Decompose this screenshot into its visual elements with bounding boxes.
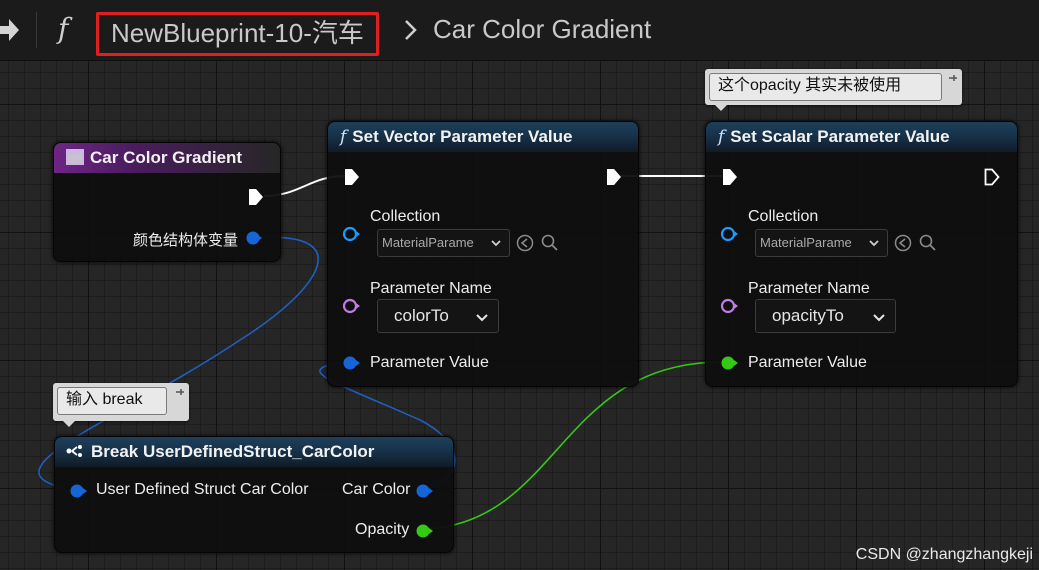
exec-in-pin[interactable] bbox=[344, 168, 360, 186]
comment-pointer bbox=[63, 421, 75, 427]
break-struct-icon bbox=[66, 445, 82, 457]
collection-label: Collection bbox=[748, 208, 819, 225]
parameter-value-input-pin[interactable] bbox=[720, 355, 738, 371]
comment-text: 这个opacity 其实未被使用 bbox=[709, 73, 942, 101]
watermark-text: CSDN @zhangzhangkeji bbox=[855, 546, 1033, 563]
struct-input-pin[interactable] bbox=[69, 483, 87, 499]
search-icon[interactable] bbox=[541, 234, 559, 252]
collection-select[interactable]: MaterialParame bbox=[377, 229, 510, 257]
search-icon[interactable] bbox=[919, 234, 937, 252]
collection-input-pin[interactable] bbox=[342, 226, 360, 242]
collection-value: MaterialParame bbox=[382, 235, 474, 250]
function-entry-node[interactable]: Car Color Gradient 颜色结构体变量 bbox=[53, 142, 281, 262]
opacity-output-pin[interactable] bbox=[415, 523, 433, 539]
parameter-name-label: Parameter Name bbox=[748, 280, 870, 297]
exec-out-pin-unconnected[interactable] bbox=[984, 168, 1000, 186]
collection-label: Collection bbox=[370, 208, 441, 225]
exec-in-pin[interactable] bbox=[722, 168, 738, 186]
chevron-down-icon bbox=[873, 314, 885, 322]
set-vector-parameter-node[interactable]: f Set Vector Parameter Value Collection M… bbox=[327, 121, 639, 387]
parameter-name-select[interactable]: opacityTo bbox=[755, 299, 896, 333]
parameter-name-select[interactable]: colorTo bbox=[377, 299, 499, 333]
struct-output-label: 颜色结构体变量 bbox=[132, 232, 238, 249]
parameter-name-value: opacityTo bbox=[772, 306, 844, 325]
browse-arrow-icon[interactable] bbox=[516, 234, 534, 252]
pin-icon[interactable] bbox=[948, 73, 958, 83]
chevron-down-icon bbox=[476, 314, 488, 322]
node-header: Break UserDefinedStruct_CarColor bbox=[55, 437, 453, 467]
collection-value: MaterialParame bbox=[760, 235, 852, 250]
opacity-output-label: Opacity bbox=[355, 521, 410, 538]
node-header: f Set Vector Parameter Value bbox=[328, 122, 638, 152]
comment-text: 输入 break bbox=[57, 387, 167, 415]
function-icon: f bbox=[340, 127, 347, 147]
exec-out-pin[interactable] bbox=[606, 168, 622, 186]
set-scalar-parameter-node[interactable]: f Set Scalar Parameter Value Collection M… bbox=[705, 121, 1018, 387]
collection-input-pin[interactable] bbox=[720, 226, 738, 242]
node-header: Car Color Gradient bbox=[54, 143, 280, 173]
node-title: Set Vector Parameter Value bbox=[352, 127, 573, 146]
node-title: Car Color Gradient bbox=[90, 148, 243, 167]
exec-out-pin[interactable] bbox=[248, 188, 264, 206]
car-color-output-pin[interactable] bbox=[415, 483, 433, 499]
collection-select[interactable]: MaterialParame bbox=[755, 229, 888, 257]
struct-input-label: User Defined Struct Car Color bbox=[96, 481, 309, 498]
browse-arrow-icon[interactable] bbox=[894, 234, 912, 252]
parameter-value-label: Parameter Value bbox=[370, 354, 489, 371]
chevron-down-icon bbox=[491, 240, 501, 247]
chevron-down-icon bbox=[869, 240, 879, 247]
comment-bubble-scalar[interactable]: 这个opacity 其实未被使用 bbox=[705, 69, 962, 111]
function-entry-icon bbox=[66, 149, 84, 165]
node-title: Set Scalar Parameter Value bbox=[730, 127, 950, 146]
comment-bubble-break[interactable]: 输入 break bbox=[53, 383, 189, 427]
parameter-name-input-pin[interactable] bbox=[342, 298, 360, 314]
float-wire-opacity-to-scalar bbox=[427, 361, 723, 530]
struct-output-pin[interactable] bbox=[246, 231, 262, 245]
function-icon: f bbox=[718, 127, 725, 147]
node-title: Break UserDefinedStruct_CarColor bbox=[91, 442, 375, 461]
comment-pointer bbox=[715, 105, 727, 111]
parameter-name-label: Parameter Name bbox=[370, 280, 492, 297]
parameter-value-label: Parameter Value bbox=[748, 354, 867, 371]
pin-icon[interactable] bbox=[175, 387, 185, 397]
parameter-name-value: colorTo bbox=[394, 306, 449, 325]
node-header: f Set Scalar Parameter Value bbox=[706, 122, 1017, 152]
parameter-value-input-pin[interactable] bbox=[342, 355, 360, 371]
break-struct-node[interactable]: Break UserDefinedStruct_CarColor User De… bbox=[54, 436, 454, 553]
car-color-output-label: Car Color bbox=[342, 481, 411, 498]
parameter-name-input-pin[interactable] bbox=[720, 298, 738, 314]
